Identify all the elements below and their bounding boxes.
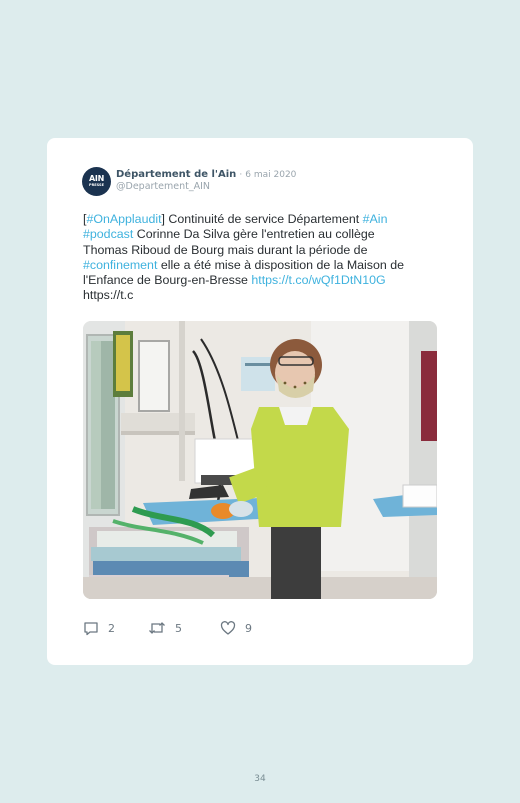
avatar-subtext: PRESSE [89,183,104,187]
author-name[interactable]: Département de l'Ain [116,169,236,180]
tweet-text-segment: https://t.c [83,288,134,303]
reply-action[interactable]: 2 [83,620,115,636]
retweet-icon [149,622,165,634]
like-action[interactable]: 9 [220,620,252,636]
tweet-text-line: [#OnApplaudit] Continuité de service Dép… [83,212,441,227]
hashtag-link[interactable]: #OnApplaudit [86,212,161,226]
tweet-photo[interactable] [83,321,437,599]
like-icon [220,621,236,635]
tweet-text-line: https://t.c [83,288,441,303]
tweet-actions: 2 5 9 [83,618,252,638]
tweet-text-segment: Corinne Da Silva gère l'entretien au col… [133,227,375,242]
tweet-text-segment: ] Continuité de service Département [161,212,363,226]
url-link[interactable]: https://t.co/wQf1DtN10G [251,273,385,287]
retweet-count: 5 [175,621,182,635]
tweet-header: Département de l'Ain · 6 mai 2020 [116,168,296,180]
like-count: 9 [245,621,252,635]
tweet-text-segment: Thomas Riboud de Bourg mais durant la pé… [83,242,368,257]
photo-image [83,321,437,599]
author-handle[interactable]: @Departement_AIN [116,181,210,192]
tweet-card: AIN PRESSE Département de l'Ain · 6 mai … [47,138,473,665]
tweet-text-line: #confinement elle a été mise à dispositi… [83,258,441,273]
tweet-date[interactable]: 6 mai 2020 [245,170,296,180]
header-separator: · [239,170,243,180]
tweet-text-segment: elle a été mise à disposition de la Mais… [157,257,404,272]
tweet-text-segment: l'Enfance de Bourg-en-Bresse [83,273,252,288]
reply-count: 2 [108,621,115,635]
avatar-text: AIN [89,174,104,183]
tweet-text: [#OnApplaudit] Continuité de service Dép… [83,212,441,304]
reply-icon [84,622,98,636]
tweet-text-line: #podcast Corinne Da Silva gère l'entreti… [83,227,441,242]
hashtag-link[interactable]: #podcast [83,227,133,241]
hashtag-link[interactable]: #confinement [83,258,157,272]
hashtag-link[interactable]: #Ain [363,212,388,226]
retweet-action[interactable]: 5 [148,620,182,636]
tweet-text-line: l'Enfance de Bourg-en-Bresse https://t.c… [83,273,441,288]
tweet-text-line: Thomas Riboud de Bourg mais durant la pé… [83,243,441,258]
avatar[interactable]: AIN PRESSE [82,167,111,196]
page-number: 34 [254,774,266,784]
